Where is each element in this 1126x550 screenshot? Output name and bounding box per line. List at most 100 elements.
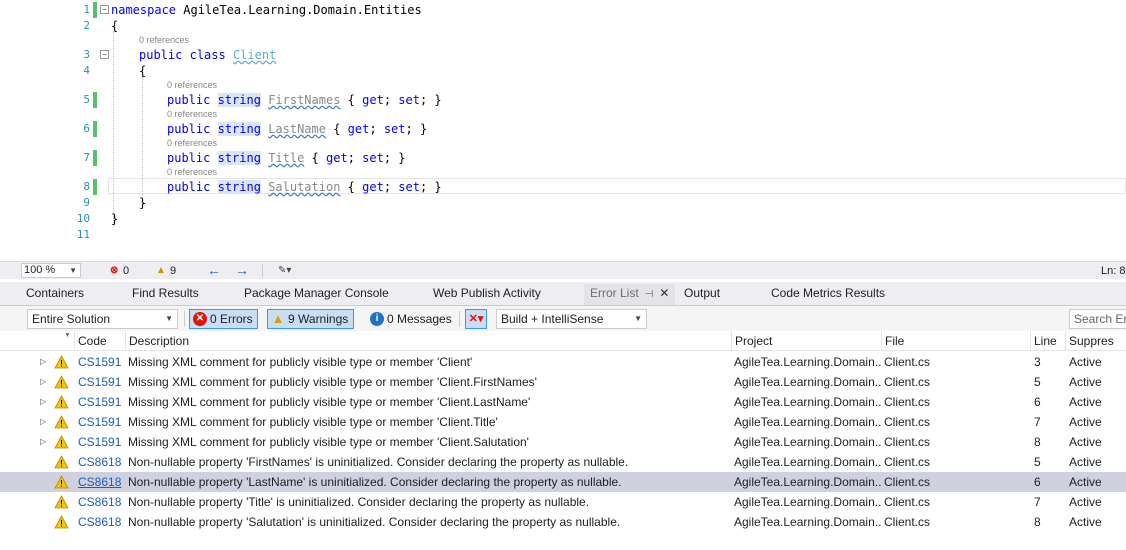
errors-filter-label: 0 Errors (210, 312, 253, 326)
clear-filter-icon[interactable]: ✕▾ (465, 309, 487, 329)
column-header-suppression[interactable]: Suppres (1065, 331, 1126, 351)
collapse-outline-icon[interactable]: − (100, 5, 109, 14)
tab-find-results[interactable]: Find Results (132, 286, 199, 301)
editor-error-count[interactable]: 0 (123, 264, 129, 278)
cell-code[interactable]: CS8618 (78, 492, 124, 512)
code-line[interactable]: 11 (0, 227, 1126, 243)
code-text: public class Client (139, 47, 276, 63)
code-line[interactable]: 7 public string Title { get; set; } (0, 150, 1126, 166)
code-token: string (217, 93, 261, 107)
code-lens-references[interactable]: 0 references (167, 79, 217, 91)
code-token: FirstNames (268, 93, 341, 107)
expand-row-icon[interactable]: ▷ (40, 372, 46, 392)
code-lens-references[interactable]: 0 references (167, 137, 217, 149)
cell-code[interactable]: CS8618 (78, 512, 124, 532)
cell-line: 3 (1034, 355, 1041, 369)
table-row[interactable]: CS8618 Non-nullable property 'Title' is u… (0, 492, 1126, 512)
expand-row-icon[interactable]: ▷ (40, 352, 46, 372)
zoom-value: 100 % (24, 264, 56, 276)
warning-triangle-icon (54, 435, 69, 449)
code-text: { (111, 18, 118, 34)
cell-code[interactable]: CS8618 (78, 472, 124, 492)
code-line[interactable]: 8 public string Salutation { get; set; } (0, 179, 1126, 195)
arrow-left-icon[interactable]: ← (207, 262, 221, 279)
code-token: ; (347, 151, 363, 165)
code-lens-references[interactable]: 0 references (139, 34, 189, 46)
table-row[interactable]: ▷ CS1591 Missing XML comment for publicly … (0, 432, 1126, 452)
code-editor[interactable]: 1− namespace AgileTea.Learning.Domain.Ent… (0, 0, 1126, 260)
editor-warning-count[interactable]: 9 (170, 264, 176, 278)
table-row[interactable]: CS8618 Non-nullable property 'FirstNames'… (0, 452, 1126, 472)
code-lens-references[interactable]: 0 references (167, 166, 217, 178)
expand-row-icon[interactable]: ▷ (40, 392, 46, 412)
code-line[interactable]: 3 − public class Client (0, 47, 1126, 63)
cell-code[interactable]: CS1591 (78, 352, 124, 372)
cell-line: 5 (1034, 375, 1041, 389)
tab-package-manager-console[interactable]: Package Manager Console (244, 286, 389, 301)
cell-code[interactable]: CS1591 (78, 392, 124, 412)
brush-icon[interactable]: ✎▾ (278, 264, 291, 278)
zoom-combobox[interactable]: 100 % ▼ (21, 263, 81, 278)
code-line[interactable]: 9} (0, 195, 1126, 211)
cell-code[interactable]: CS1591 (78, 412, 124, 432)
tab-web-publish-activity[interactable]: Web Publish Activity (433, 286, 541, 301)
cell-project: AgileTea.Learning.Domain... (734, 435, 882, 449)
build-filter-value: Build + IntelliSense (501, 312, 604, 326)
cell-code[interactable]: CS8618 (78, 452, 124, 472)
search-error-list-input[interactable]: Search Error List (1069, 309, 1126, 329)
separator (184, 311, 185, 327)
code-line[interactable]: 5 public string FirstNames { get; set; } (0, 92, 1126, 108)
error-circle-icon[interactable]: ⊗ (110, 264, 118, 278)
code-token: set (398, 93, 420, 107)
collapse-outline-icon[interactable]: − (100, 50, 109, 59)
cell-line: 6 (1034, 475, 1041, 489)
table-row[interactable]: CS8618 Non-nullable property 'LastName' i… (0, 472, 1126, 492)
code-token: { (340, 93, 363, 107)
scope-combobox[interactable]: Entire Solution ▼ (27, 309, 178, 329)
cell-file: Client.cs (884, 355, 931, 369)
chevron-down-icon: ▼ (165, 314, 173, 323)
column-header-line[interactable]: Line (1030, 331, 1065, 351)
table-row[interactable]: CS8618 Non-nullable property 'Salutation'… (0, 512, 1126, 532)
tab-code-metrics-results[interactable]: Code Metrics Results (771, 286, 885, 301)
code-lens-references[interactable]: 0 references (167, 108, 217, 120)
code-line[interactable]: 6 public string LastName { get; set; } (0, 121, 1126, 137)
tab-output[interactable]: Output (684, 286, 720, 301)
code-line[interactable]: 1 − namespace AgileTea.Learning.Domain.Ent… (0, 2, 1126, 18)
tab-error-list[interactable]: Error List ⊣ ✕ (584, 284, 676, 305)
warnings-filter-button[interactable]: ▲ 9 Warnings (267, 309, 354, 329)
error-list-toolbar: Entire Solution ▼ ✕ 0 Errors ▲ 9 Warning… (0, 305, 1126, 331)
warning-triangle-icon: ▲ (271, 311, 285, 326)
column-header-project[interactable]: Project (731, 331, 881, 351)
table-row[interactable]: ▷ CS1591 Missing XML comment for publicly … (0, 352, 1126, 372)
code-line[interactable]: 4{ (0, 63, 1126, 79)
code-token: LastName (268, 122, 326, 136)
expand-row-icon[interactable]: ▷ (40, 432, 46, 452)
error-list-grid: ▼ Code Description Project File Line Sup… (0, 331, 1126, 550)
close-icon[interactable]: ✕ (659, 286, 669, 300)
separator (262, 264, 263, 277)
cell-suppression: Active (1069, 375, 1102, 389)
code-token: set (362, 151, 384, 165)
cell-description: Missing XML comment for publicly visible… (128, 375, 537, 389)
warning-triangle-icon[interactable]: ▲ (156, 264, 166, 278)
tab-containers[interactable]: Containers (26, 286, 84, 301)
pin-icon[interactable]: ⊣ (645, 289, 654, 300)
build-filter-combobox[interactable]: Build + IntelliSense ▼ (496, 309, 647, 329)
expand-row-icon[interactable]: ▷ (40, 412, 46, 432)
code-token: ; (383, 93, 399, 107)
cell-code[interactable]: CS1591 (78, 432, 124, 452)
code-line[interactable]: 2{ (0, 18, 1126, 34)
column-header-file[interactable]: File (881, 331, 1030, 351)
code-line[interactable]: 10} (0, 211, 1126, 227)
code-token: ; (369, 122, 384, 136)
messages-filter-button[interactable]: i 0 Messages (366, 309, 454, 329)
column-header-description[interactable]: Description (125, 331, 731, 351)
column-header-code[interactable]: Code (74, 331, 125, 351)
table-row[interactable]: ▷ CS1591 Missing XML comment for publicly … (0, 412, 1126, 432)
table-row[interactable]: ▷ CS1591 Missing XML comment for publicly … (0, 392, 1126, 412)
arrow-right-icon[interactable]: → (235, 262, 249, 279)
cell-code[interactable]: CS1591 (78, 372, 124, 392)
table-row[interactable]: ▷ CS1591 Missing XML comment for publicly … (0, 372, 1126, 392)
errors-filter-button[interactable]: ✕ 0 Errors (189, 309, 258, 329)
